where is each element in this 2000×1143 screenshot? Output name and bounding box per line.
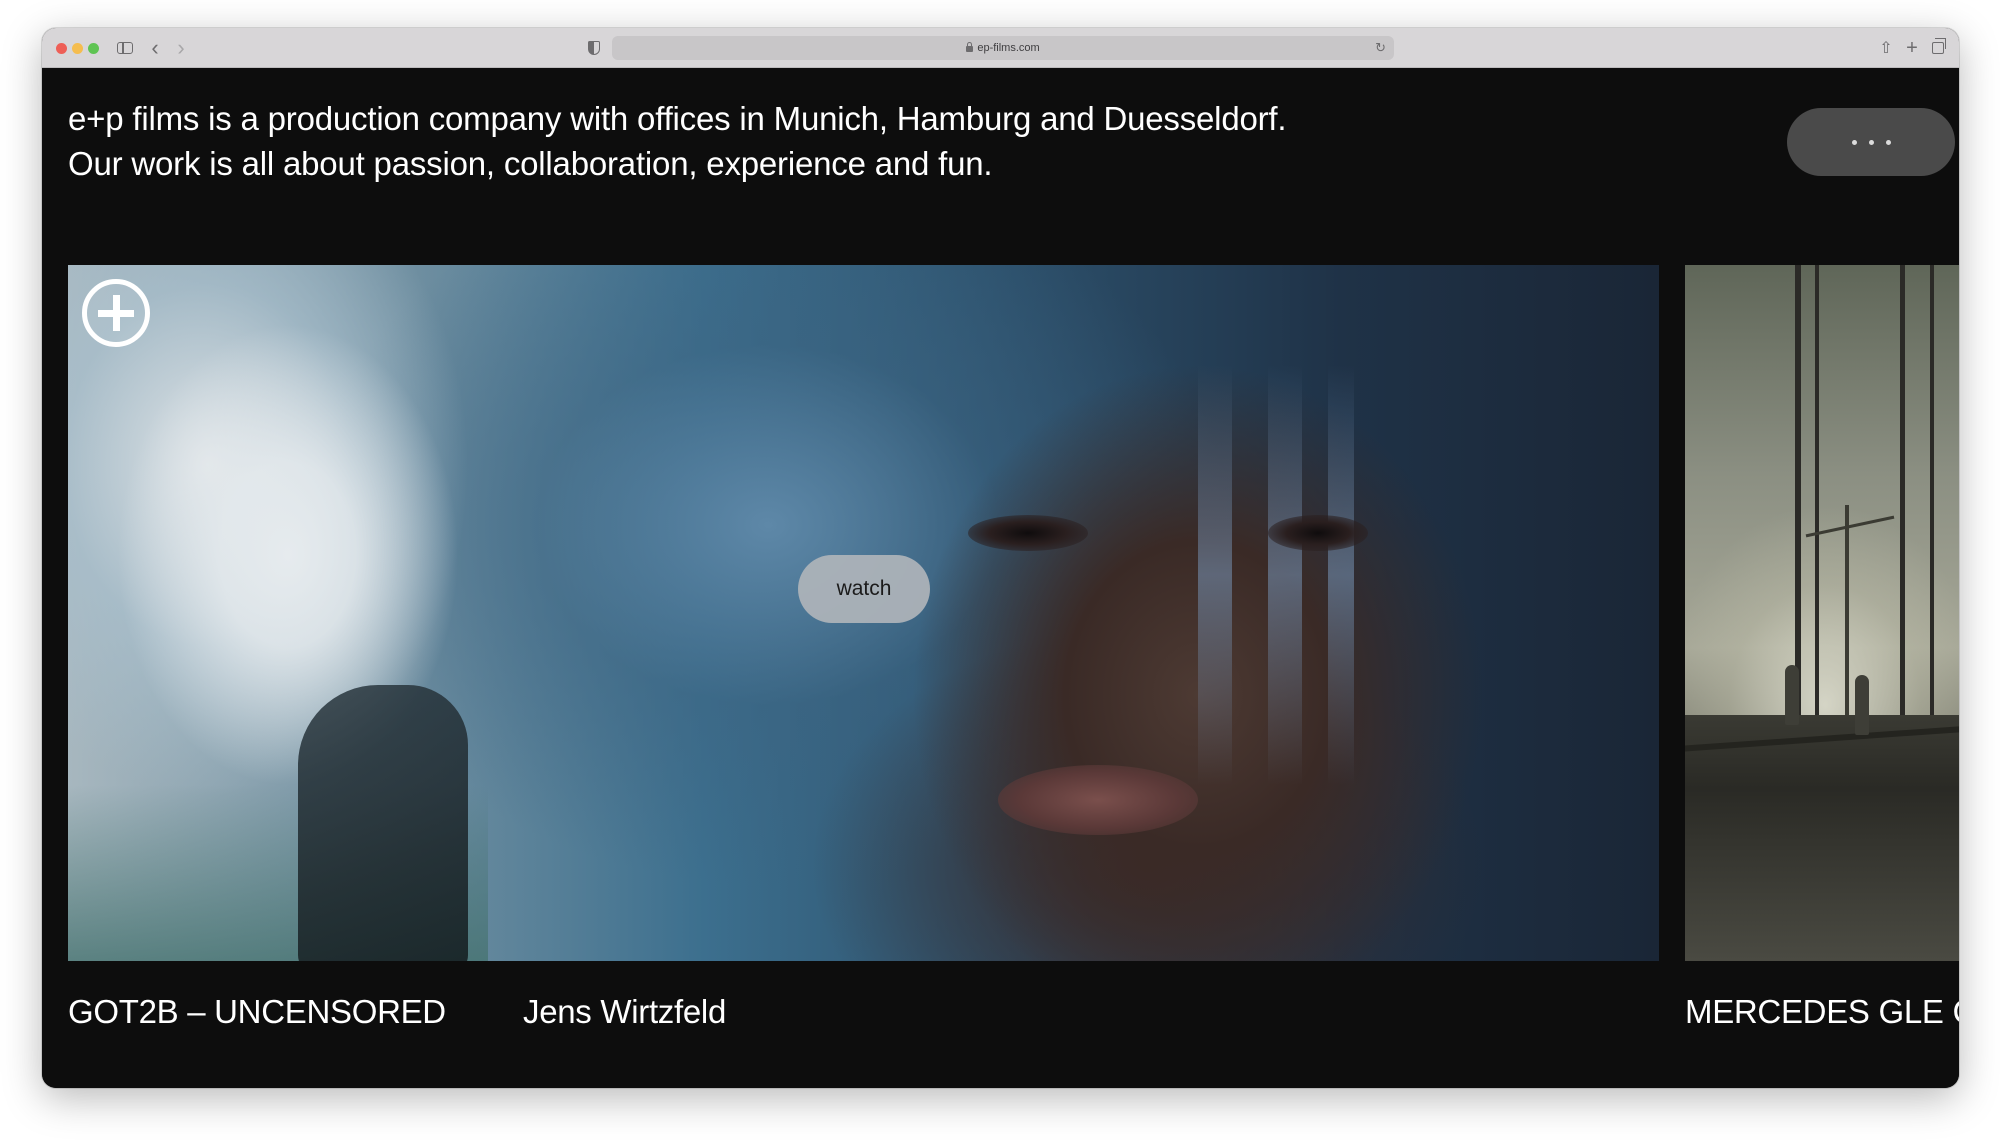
close-window-button[interactable] bbox=[56, 43, 67, 54]
image-detail bbox=[1815, 265, 1819, 725]
new-tab-icon[interactable]: + bbox=[1902, 37, 1922, 59]
privacy-shield-icon[interactable] bbox=[584, 38, 604, 58]
project-thumbnail-next[interactable] bbox=[1685, 265, 1959, 961]
more-dot bbox=[1868, 139, 1874, 145]
image-detail bbox=[298, 685, 468, 961]
project-title[interactable]: GOT2B – UNCENSORED bbox=[68, 993, 446, 1031]
more-dot bbox=[1885, 139, 1891, 145]
maximize-window-button[interactable] bbox=[88, 43, 99, 54]
page-content: e+p films is a production company with o… bbox=[42, 68, 1959, 1088]
image-detail bbox=[1855, 675, 1869, 735]
project-title-next[interactable]: MERCEDES GLE C bbox=[1685, 993, 1959, 1031]
project-thumbnail[interactable]: watch bbox=[68, 265, 1659, 961]
back-arrow-icon[interactable]: ‹ bbox=[146, 35, 164, 60]
project-card-next[interactable]: MERCEDES GLE C bbox=[1685, 265, 1959, 1030]
url-text: ep-films.com bbox=[977, 42, 1040, 54]
project-card[interactable]: watch GOT2B – UNCENSORED Jens Wirtzfeld bbox=[68, 265, 1659, 1030]
tab-overview-icon[interactable] bbox=[1928, 38, 1948, 58]
image-detail bbox=[1930, 265, 1934, 725]
sidebar-toggle-icon[interactable] bbox=[114, 38, 136, 58]
lock-icon bbox=[966, 42, 974, 52]
image-detail bbox=[1785, 665, 1799, 725]
browser-toolbar: ‹ › ep-films.com ↻ ⇧ + bbox=[42, 28, 1959, 68]
browser-window: ‹ › ep-films.com ↻ ⇧ + e+p films is a pr… bbox=[42, 28, 1959, 1088]
image-detail bbox=[1685, 715, 1959, 961]
reload-icon[interactable]: ↻ bbox=[1375, 40, 1386, 56]
image-detail bbox=[1268, 515, 1368, 551]
share-icon[interactable]: ⇧ bbox=[1876, 38, 1896, 58]
image-detail bbox=[1198, 365, 1232, 785]
image-detail bbox=[1795, 265, 1801, 725]
address-bar[interactable]: ep-films.com ↻ bbox=[612, 36, 1394, 60]
watch-button[interactable]: watch bbox=[798, 555, 930, 623]
forward-arrow-icon[interactable]: › bbox=[172, 35, 190, 60]
intro-line-1: e+p films is a production company with o… bbox=[68, 100, 1287, 137]
minimize-window-button[interactable] bbox=[72, 43, 83, 54]
image-detail bbox=[1268, 365, 1302, 785]
image-detail bbox=[998, 765, 1198, 835]
plus-circle-icon[interactable] bbox=[82, 279, 150, 347]
intro-line-2: Our work is all about passion, collabora… bbox=[68, 145, 993, 182]
menu-button[interactable] bbox=[1787, 108, 1955, 176]
company-intro: e+p films is a production company with o… bbox=[68, 96, 1468, 186]
image-detail bbox=[1900, 265, 1905, 725]
image-detail bbox=[968, 515, 1088, 551]
more-dots-icon bbox=[1851, 139, 1857, 145]
project-director: Jens Wirtzfeld bbox=[523, 993, 727, 1030]
image-detail bbox=[1328, 365, 1354, 785]
image-detail bbox=[1845, 505, 1849, 725]
